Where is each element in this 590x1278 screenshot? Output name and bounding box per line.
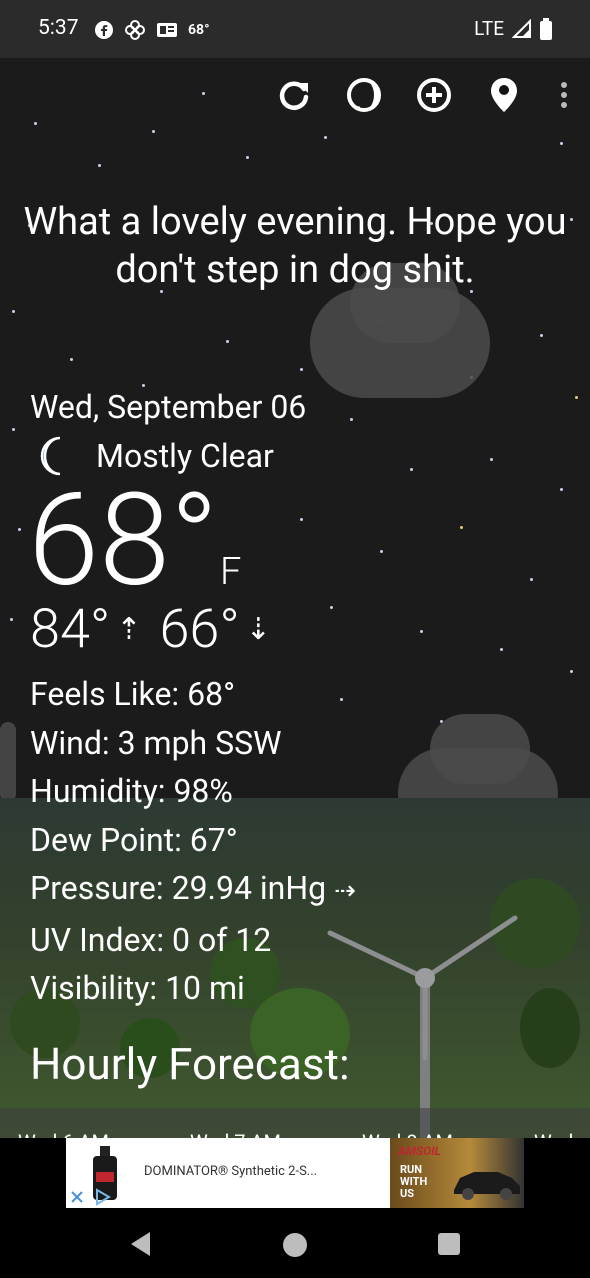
hourly-forecast-list[interactable]: Wed 6 AM Wed 7 AM Wed 8 AM Wed [0,1108,590,1138]
high-temperature: 84° [30,598,111,661]
hourly-item[interactable]: Wed 8 AM [362,1130,453,1138]
weather-quote: What a lovely evening. Hope you don't st… [23,200,567,292]
ad-image: AMSOIL RUN WITH US [390,1138,524,1208]
ad-brand: AMSOIL [398,1144,441,1158]
ad-slogan: RUN WITH US [400,1163,428,1200]
current-temperature: 68° [28,466,219,616]
car-image [454,1172,520,1200]
add-circle-icon [417,78,451,112]
moon-phase-button[interactable] [344,75,384,115]
moon-phase-icon [347,78,381,112]
humidity: Humidity: 98% [30,772,233,810]
low-temperature: 66° [159,598,240,661]
network-label: LTE [474,17,504,40]
battery-icon [540,17,552,40]
arrow-down-icon: ⇣ [245,612,271,647]
location-pin-icon [491,78,517,112]
status-time: 5:37 [38,16,79,40]
pressure-trend-icon: ⇢ [334,876,356,906]
ad-close-icon[interactable] [70,1190,84,1204]
status-temp-badge: 68° [188,22,210,38]
hourly-forecast-title: Hourly Forecast: [30,1038,350,1090]
ad-text: DOMINATOR® Synthetic 2-S... [144,1164,318,1179]
wind: Wind: 3 mph SSW [30,723,282,762]
status-notification-icons: 68° [94,19,210,41]
dew-point: Dew Point: 67° [30,820,238,859]
status-right-icons: LTE [474,17,552,40]
news-icon [157,23,177,37]
ad-choices-icon[interactable] [94,1188,112,1206]
pressure-row: Pressure: 29.94 inHg ⇢ [30,864,356,916]
current-date: Wed, September 06 [30,388,307,426]
ad-banner[interactable]: DOMINATOR® Synthetic 2-S... AMSOIL RUN W… [66,1138,524,1208]
facebook-icon [95,21,113,39]
toolbar [274,75,574,115]
signal-icon [512,18,531,38]
feels-like: Feels Like: 68° [30,675,236,713]
home-icon[interactable] [281,1231,309,1259]
add-location-button[interactable] [414,75,454,115]
hourly-item[interactable]: Wed 7 AM [190,1130,281,1138]
location-button[interactable] [484,75,524,115]
arrow-up-icon: ⇡ [116,612,142,647]
uv-index: UV Index: 0 of 12 [30,920,272,959]
more-vert-icon [561,82,567,108]
temperature-unit: F [220,550,242,594]
pressure: Pressure: 29.94 inHg [30,869,327,907]
more-options-button[interactable] [554,75,574,115]
hourly-item[interactable]: Wed 6 AM [18,1130,109,1138]
status-bar: 5:37 68° LTE [0,0,590,58]
weather-details: Feels Like: 68° Wind: 3 mph SSW Humidity… [30,670,356,1013]
refresh-button[interactable] [274,75,314,115]
recents-icon[interactable] [437,1232,461,1256]
visibility: Visibility: 10 mi [30,969,245,1007]
back-icon[interactable] [128,1230,154,1258]
hourly-item[interactable]: Wed [534,1130,573,1138]
ad-banner-area: DOMINATOR® Synthetic 2-S... AMSOIL RUN W… [0,1138,590,1212]
system-nav-bar [0,1212,590,1278]
pinwheel-icon [125,20,145,40]
refresh-icon [279,81,309,110]
high-low-row: 84° ⇡ 66° ⇣ [30,598,289,661]
